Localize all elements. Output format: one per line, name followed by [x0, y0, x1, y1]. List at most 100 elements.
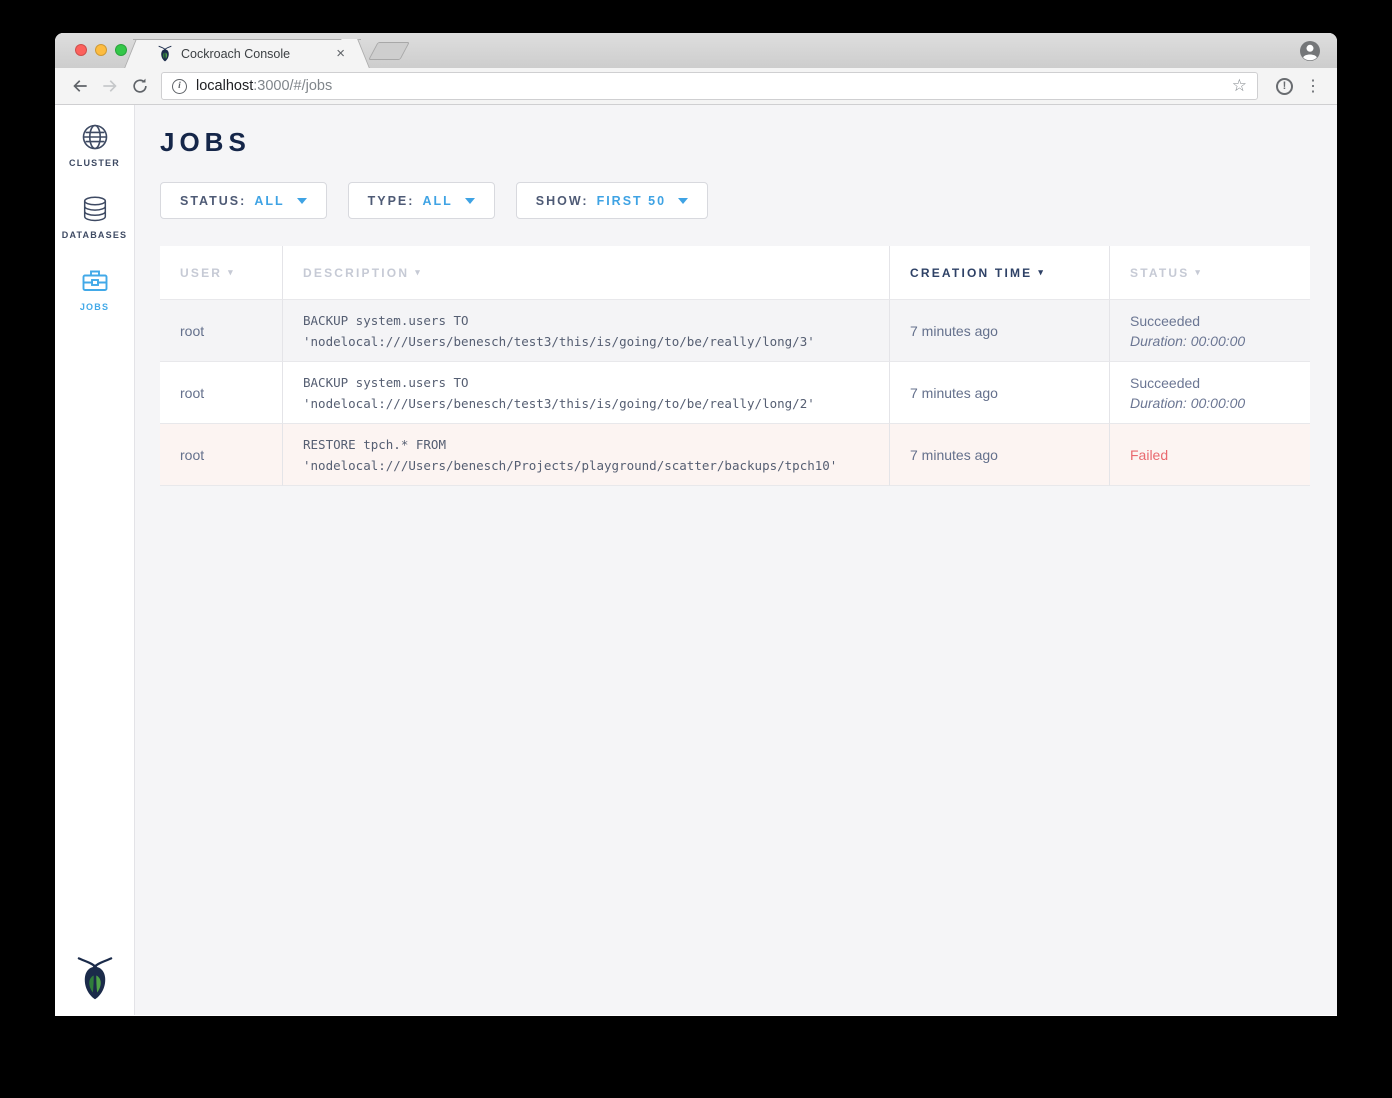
filter-value: ALL	[422, 194, 452, 208]
browser-tab[interactable]: Cockroach Console ×	[139, 39, 355, 68]
back-icon[interactable]	[65, 72, 95, 100]
user-value: root	[180, 447, 282, 463]
jobs-page: JOBS STATUS: ALL TYPE: ALL SHOW: FIRS	[135, 105, 1337, 1015]
column-label: CREATION TIME	[910, 266, 1032, 280]
column-header-description[interactable]: DESCRIPTION ▾	[283, 246, 890, 300]
page-title: JOBS	[160, 127, 1337, 158]
sort-arrow-icon: ▾	[1195, 267, 1202, 278]
user-cell: root	[160, 300, 283, 362]
sidebar-item-jobs[interactable]: JOBS	[55, 266, 134, 312]
column-label: USER	[180, 266, 222, 280]
filter-bar: STATUS: ALL TYPE: ALL SHOW: FIRST 50	[160, 182, 1337, 219]
briefcase-icon	[80, 266, 110, 296]
type-filter-dropdown[interactable]: TYPE: ALL	[348, 182, 495, 219]
browser-menu-icon[interactable]: ⋮	[1299, 76, 1327, 96]
status-badge: Succeeded	[1130, 373, 1310, 393]
table-row: root RESTORE tpch.* FROM 'nodelocal:///U…	[160, 424, 1310, 486]
bookmark-star-icon[interactable]: ☆	[1232, 76, 1247, 96]
chevron-down-icon	[297, 198, 307, 204]
description-line1: BACKUP system.users TO	[303, 372, 889, 393]
column-header-status[interactable]: STATUS ▾	[1110, 246, 1310, 300]
filter-label: STATUS:	[180, 194, 246, 208]
tab-border	[133, 39, 361, 40]
sort-arrow-icon: ▾	[228, 267, 235, 278]
user-value: root	[180, 385, 282, 401]
titlebar: Cockroach Console ×	[55, 33, 1337, 68]
table-header-row: USER ▾ DESCRIPTION ▾ CREATION TIME ▾ S	[160, 246, 1310, 300]
zoom-window-button[interactable]	[115, 44, 127, 56]
new-tab-button[interactable]	[368, 42, 410, 60]
close-window-button[interactable]	[75, 44, 87, 56]
minimize-window-button[interactable]	[95, 44, 107, 56]
user-cell: root	[160, 424, 283, 486]
status-duration: Duration: 00:00:00	[1130, 331, 1310, 351]
user-value: root	[180, 323, 282, 339]
user-cell: root	[160, 362, 283, 424]
status-badge: Succeeded	[1130, 311, 1310, 331]
status-cell: Succeeded Duration: 00:00:00	[1110, 300, 1310, 362]
chevron-down-icon	[465, 198, 475, 204]
filter-value: ALL	[254, 194, 284, 208]
description-cell: BACKUP system.users TO 'nodelocal:///Use…	[283, 300, 890, 362]
table-row: root BACKUP system.users TO 'nodelocal:/…	[160, 362, 1310, 424]
description-line2: 'nodelocal:///Users/benesch/Projects/pla…	[303, 455, 889, 476]
cockroach-console-app: CLUSTER DATABASES	[55, 105, 1337, 1015]
globe-icon	[80, 122, 110, 152]
description-cell: BACKUP system.users TO 'nodelocal:///Use…	[283, 362, 890, 424]
column-header-creation-time[interactable]: CREATION TIME ▾	[890, 246, 1110, 300]
status-filter-dropdown[interactable]: STATUS: ALL	[160, 182, 327, 219]
sidebar-item-label: JOBS	[80, 302, 109, 312]
creation-time-value: 7 minutes ago	[910, 447, 1109, 463]
description-line2: 'nodelocal:///Users/benesch/test3/this/i…	[303, 331, 889, 352]
description-line2: 'nodelocal:///Users/benesch/test3/this/i…	[303, 393, 889, 414]
creation-time-cell: 7 minutes ago	[890, 362, 1110, 424]
browser-toolbar: i localhost:3000/#/jobs ☆ ! ⋮	[55, 68, 1337, 105]
column-label: DESCRIPTION	[303, 266, 409, 280]
jobs-table: USER ▾ DESCRIPTION ▾ CREATION TIME ▾ S	[160, 246, 1310, 486]
sort-arrow-icon: ▾	[415, 267, 422, 278]
profile-avatar-icon[interactable]	[1299, 40, 1321, 62]
chevron-down-icon	[678, 198, 688, 204]
forward-icon[interactable]	[95, 72, 125, 100]
creation-time-value: 7 minutes ago	[910, 323, 1109, 339]
filter-label: TYPE:	[368, 194, 415, 208]
sort-arrow-icon: ▾	[1038, 267, 1045, 278]
status-cell: Succeeded Duration: 00:00:00	[1110, 362, 1310, 424]
description-line1: RESTORE tpch.* FROM	[303, 434, 889, 455]
reload-icon[interactable]	[125, 72, 155, 100]
address-bar[interactable]: i localhost:3000/#/jobs ☆	[161, 72, 1258, 100]
filter-value: FIRST 50	[597, 194, 667, 208]
table-row: root BACKUP system.users TO 'nodelocal:/…	[160, 300, 1310, 362]
creation-time-cell: 7 minutes ago	[890, 300, 1110, 362]
url-path: :3000/#/jobs	[253, 78, 332, 94]
traffic-lights	[75, 44, 127, 56]
sidebar: CLUSTER DATABASES	[55, 105, 135, 1015]
browser-window: Cockroach Console ×	[55, 33, 1337, 1016]
url-text: localhost:3000/#/jobs	[196, 78, 1224, 94]
filter-label: SHOW:	[536, 194, 589, 208]
show-filter-dropdown[interactable]: SHOW: FIRST 50	[516, 182, 708, 219]
creation-time-cell: 7 minutes ago	[890, 424, 1110, 486]
status-badge: Failed	[1130, 445, 1310, 465]
extension-icon[interactable]: !	[1276, 78, 1293, 95]
creation-time-value: 7 minutes ago	[910, 385, 1109, 401]
sidebar-item-label: DATABASES	[62, 230, 127, 240]
status-duration: Duration: 00:00:00	[1130, 393, 1310, 413]
tab-title: Cockroach Console	[181, 47, 328, 61]
cockroach-favicon-icon	[157, 45, 173, 62]
table-body: root BACKUP system.users TO 'nodelocal:/…	[160, 300, 1310, 486]
database-icon	[80, 194, 110, 224]
site-info-icon[interactable]: i	[172, 79, 187, 94]
description-cell: RESTORE tpch.* FROM 'nodelocal:///Users/…	[283, 424, 890, 486]
sidebar-item-label: CLUSTER	[69, 158, 120, 168]
sidebar-item-cluster[interactable]: CLUSTER	[55, 122, 134, 168]
description-line1: BACKUP system.users TO	[303, 310, 889, 331]
column-label: STATUS	[1130, 266, 1189, 280]
sidebar-item-databases[interactable]: DATABASES	[55, 194, 134, 240]
cockroach-logo-icon	[76, 955, 114, 1001]
url-host: localhost	[196, 78, 253, 94]
tab-close-icon[interactable]: ×	[336, 46, 345, 61]
desktop-background: Cockroach Console ×	[0, 0, 1392, 1098]
column-header-user[interactable]: USER ▾	[160, 246, 283, 300]
status-cell: Failed	[1110, 424, 1310, 486]
